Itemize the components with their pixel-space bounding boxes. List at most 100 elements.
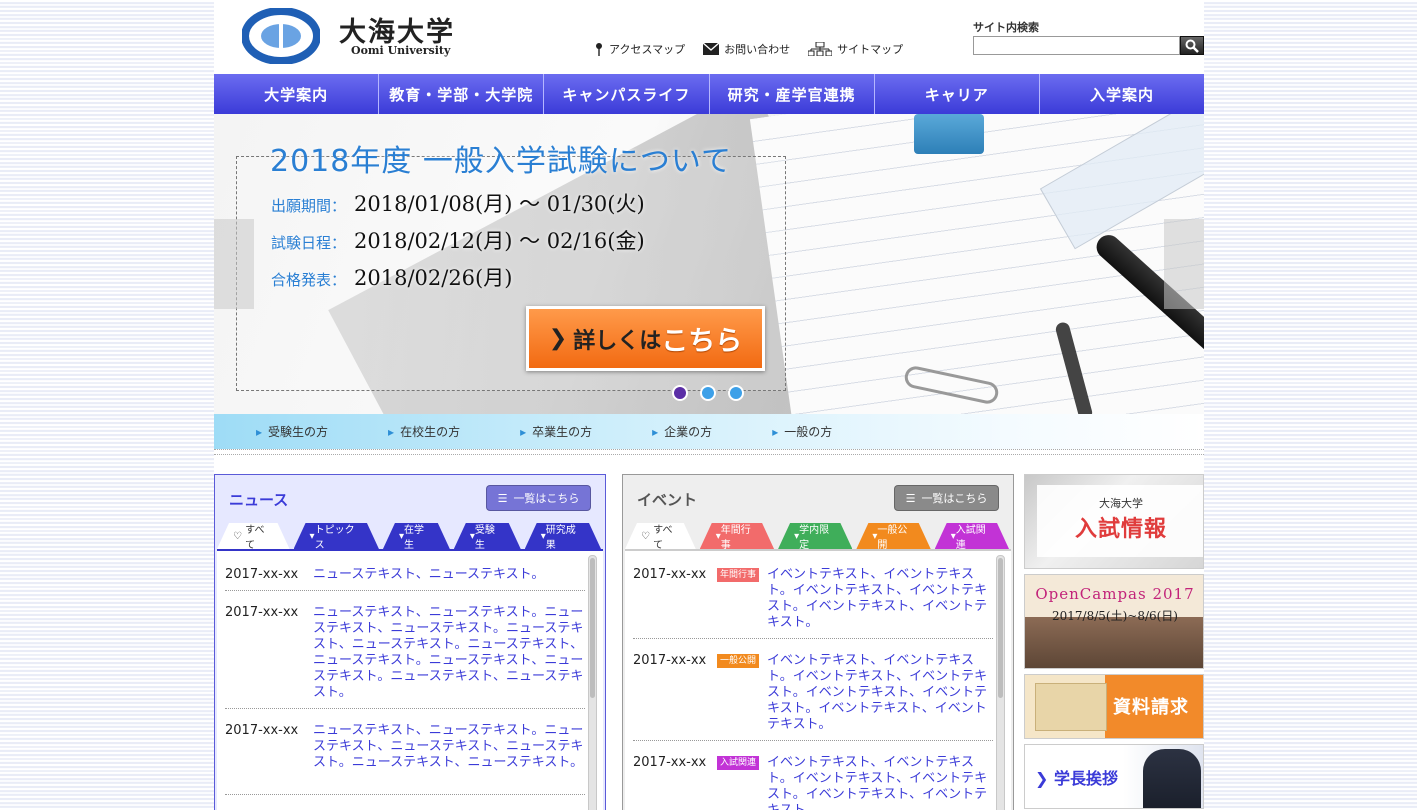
nav-research[interactable]: 研究・産学官連携 [710, 74, 875, 114]
news-tab-applicants[interactable]: ▾ 受験生 [454, 523, 521, 549]
news-list-button[interactable]: ☰ 一覧はこちら [486, 485, 591, 511]
event-text[interactable]: イベントテキスト、イベントテキスト。イベントテキスト、イベントテキスト。イベント… [767, 567, 993, 638]
hero-row-exam: 試験日程： 2018/02/12(月) ～ 02/16(金) [271, 225, 645, 255]
event-item[interactable]: 2017-xx-xx 一般公開 イベントテキスト、イベントテキスト。イベントテキ… [633, 653, 993, 741]
hero-details-button[interactable]: ❯ 詳しくは こちら [526, 306, 765, 371]
hero-button-big: こちら [661, 326, 743, 357]
slider-dot-3[interactable] [728, 385, 744, 401]
scroll-thumb[interactable] [590, 558, 595, 698]
audience-public[interactable]: 一般の方 [772, 423, 832, 440]
chevron-right-icon: ❯ [548, 326, 568, 351]
university-logo[interactable] [242, 8, 320, 64]
event-date: 2017-xx-xx [633, 755, 707, 770]
envelope-icon [1035, 683, 1107, 731]
event-tab-admissions[interactable]: ▾ 入試関連 [935, 523, 1009, 549]
news-title: ニュース [229, 491, 289, 509]
sitemap-link[interactable]: サイトマップ [808, 41, 903, 57]
hero-bg-binder-clip [914, 114, 984, 154]
global-nav: 大学案内 教育・学部・大学院 キャンパスライフ 研究・産学官連携 キャリア 入学… [214, 74, 1204, 114]
access-map-link[interactable]: アクセスマップ [594, 41, 685, 57]
audience-alumni[interactable]: 卒業生の方 [520, 423, 592, 440]
news-tab-topics[interactable]: ▾ トピックス [294, 523, 379, 549]
nav-campus-life[interactable]: キャンパスライフ [544, 74, 710, 114]
sitemap-label: サイトマップ [837, 43, 904, 56]
open-campus-banner[interactable]: OpenCampas 2017 2017/8/5(土)~8/6(日) [1024, 574, 1204, 669]
page: 大海大学 Oomi University アクセスマップ お問い合わせ サイトマ… [214, 0, 1204, 810]
contact-link[interactable]: お問い合わせ [703, 41, 790, 57]
exam-info-panel: 大海大学 入試情報 [1037, 485, 1203, 557]
search-input[interactable] [973, 36, 1180, 55]
university-name-english: Oomi University [351, 44, 451, 57]
event-text[interactable]: イベントテキスト、イベントテキスト。イベントテキスト、イベントテキスト。イベント… [767, 755, 993, 810]
nav-admissions[interactable]: 入学案内 [1040, 74, 1204, 114]
news-text[interactable]: ニューステキスト、ニューステキスト。 [313, 567, 544, 590]
event-tab-all[interactable]: ♡ すべて [625, 523, 696, 549]
news-date: 2017-xx-xx [225, 605, 299, 620]
tab-label: 在学生 [403, 525, 424, 551]
event-list: 2017-xx-xx 年間行事 イベントテキスト、イベントテキスト。イベントテキ… [625, 549, 1011, 810]
event-tab-internal[interactable]: ▾ 学内限定 [778, 523, 852, 549]
news-tab-students[interactable]: ▾ 在学生 [383, 523, 450, 549]
event-tab-public[interactable]: ▾ 一般公開 [856, 523, 930, 549]
event-scrollbar[interactable] [996, 555, 1005, 810]
tab-label: 年間行事 [720, 525, 751, 551]
news-text[interactable]: ニューステキスト、ニューステキスト。ニューステキスト、ニューステキスト。ニュース… [313, 605, 585, 708]
news-panel: ニュース ☰ 一覧はこちら ♡ すべて ▾ トピックス ▾ 在学生 ▾ 受験生 ▾ 研究… [214, 474, 606, 810]
news-text[interactable]: ニューステキスト、ニューステキスト。ニューステキスト、ニューステキスト、ニュース… [313, 723, 585, 794]
audience-nav: 受験生の方 在校生の方 卒業生の方 企業の方 一般の方 [214, 414, 1204, 449]
event-badge: 入試関連 [717, 756, 760, 770]
search-label: サイト内検索 [973, 21, 1039, 34]
event-item[interactable]: 2017-xx-xx 入試関連 イベントテキスト、イベントテキスト。イベントテキ… [633, 755, 993, 810]
search-button[interactable] [1180, 36, 1204, 55]
news-scrollbar[interactable] [588, 555, 597, 810]
news-item[interactable]: 2017-xx-xx ニューステキスト、ニューステキスト。ニューステキスト、ニュ… [225, 723, 585, 795]
nav-career[interactable]: キャリア [875, 74, 1040, 114]
audience-students[interactable]: 在校生の方 [388, 423, 460, 440]
event-date: 2017-xx-xx [633, 653, 707, 668]
tab-label: 受験生 [474, 525, 495, 551]
president-photo [1143, 749, 1201, 808]
hero-label: 出願期間： [271, 197, 347, 215]
hero-title: 2018年度 一般入学試験について [270, 144, 732, 179]
hero-value: 2018/01/08(月) ～ 01/30(火) [354, 192, 645, 216]
nav-about[interactable]: 大学案内 [214, 74, 380, 114]
exam-info-small: 大海大学 [1099, 497, 1143, 510]
event-tabs: ♡ すべて ▾ 年間行事 ▾ 学内限定 ▾ 一般公開 ▾ 入試関連 [625, 523, 1013, 549]
slider-next-button[interactable] [1164, 219, 1204, 309]
news-list: 2017-xx-xx ニューステキスト、ニューステキスト。 2017-xx-xx… [217, 549, 603, 810]
news-item[interactable]: 2017-xx-xx ニューステキスト、ニューステキスト。 [225, 567, 585, 591]
news-date: 2017-xx-xx [225, 567, 299, 582]
hero-slider: 2018年度 一般入学試験について 出願期間： 2018/01/08(月) ～ … [214, 114, 1204, 414]
news-tab-all[interactable]: ♡ すべて [217, 523, 290, 549]
slider-dot-2[interactable] [700, 385, 716, 401]
divider [214, 449, 1204, 455]
greeting-text: 学長挨拶 [1053, 769, 1118, 788]
event-badge: 年間行事 [717, 568, 760, 582]
slider-dot-1[interactable] [672, 385, 688, 401]
event-tab-annual[interactable]: ▾ 年間行事 [700, 523, 774, 549]
event-text[interactable]: イベントテキスト、イベントテキスト。イベントテキスト、イベントテキスト。イベント… [767, 653, 993, 740]
search-icon [1185, 39, 1199, 53]
president-greeting-banner[interactable]: ❯ 学長挨拶 [1024, 744, 1204, 809]
news-tab-research[interactable]: ▾ 研究成果 [525, 523, 601, 549]
nav-education[interactable]: 教育・学部・大学院 [379, 74, 545, 114]
hero-label: 試験日程： [271, 234, 347, 252]
document-request-label: 資料請求 [1113, 697, 1189, 718]
slider-prev-button[interactable] [214, 219, 254, 309]
event-list-button[interactable]: ☰ 一覧はこちら [894, 485, 999, 511]
audience-prospective[interactable]: 受験生の方 [256, 423, 328, 440]
exam-info-banner[interactable]: 大海大学 入試情報 [1024, 474, 1204, 569]
event-date: 2017-xx-xx [633, 567, 707, 582]
open-campus-title: OpenCampas 2017 [1035, 585, 1195, 603]
exam-info-big: 入試情報 [1074, 517, 1167, 542]
news-item[interactable]: 2017-xx-xx ニューステキスト、ニューステキスト。ニューステキスト、ニュ… [225, 605, 585, 709]
hero-row-application: 出願期間： 2018/01/08(月) ～ 01/30(火) [271, 188, 645, 218]
scroll-thumb[interactable] [998, 558, 1003, 698]
event-item[interactable]: 2017-xx-xx 年間行事 イベントテキスト、イベントテキスト。イベントテキ… [633, 567, 993, 639]
tab-label: すべて [653, 525, 673, 551]
tab-label: すべて [245, 525, 265, 551]
chevron-right-icon: ❯ [1035, 769, 1049, 788]
document-request-banner[interactable]: 資料請求 [1024, 674, 1204, 739]
audience-companies[interactable]: 企業の方 [652, 423, 712, 440]
event-badge: 一般公開 [717, 654, 760, 668]
